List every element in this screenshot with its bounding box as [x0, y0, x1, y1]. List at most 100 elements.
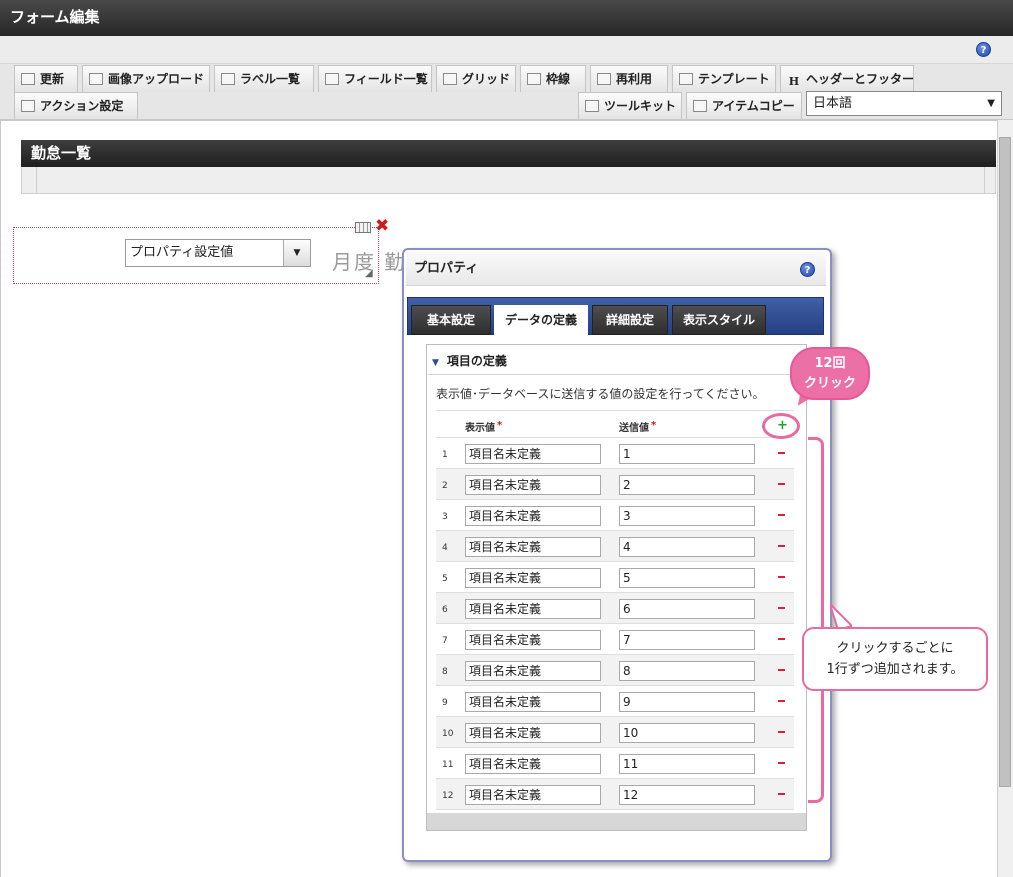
table-row: 5 項目名未定義 5 [436, 562, 794, 593]
table-row: 1 項目名未定義 1 [436, 438, 794, 469]
field-list-label: フィールド一覧 [344, 72, 428, 86]
dialog-header: プロパティ [406, 252, 826, 286]
scrollbar-thumb[interactable] [999, 137, 1011, 787]
dialog-help-icon[interactable]: ? [800, 262, 815, 277]
tab-data-definition[interactable]: データの定義 [494, 305, 588, 335]
display-value-input[interactable]: 項目名未定義 [465, 444, 601, 464]
remove-row-icon[interactable] [778, 545, 785, 547]
template-icon [679, 73, 693, 85]
highlight-circle [762, 413, 800, 439]
remove-row-icon[interactable] [778, 576, 785, 578]
remove-row-icon[interactable] [778, 731, 785, 733]
image-upload-icon [89, 73, 103, 85]
send-value-input[interactable]: 10 [619, 723, 755, 743]
item-copy-button[interactable]: アイテムコピー [686, 92, 802, 119]
remove-row-icon[interactable] [778, 483, 785, 485]
remove-row-icon[interactable] [778, 607, 785, 609]
form-grid-row [21, 167, 996, 194]
required-mark: * [651, 420, 657, 431]
form-title: 勤怠一覧 [21, 140, 996, 167]
remove-row-icon[interactable] [778, 700, 785, 702]
language-select[interactable]: 日本語 ▼ [806, 91, 1002, 116]
section-title: 項目の定義 [446, 354, 507, 368]
tab-display-style[interactable]: 表示スタイル [672, 305, 766, 335]
display-value-input[interactable]: 項目名未定義 [465, 599, 601, 619]
send-value-input[interactable]: 8 [619, 661, 755, 681]
section-header[interactable]: ▼ 項目の定義 [432, 352, 507, 369]
update-button[interactable]: 更新 [14, 65, 78, 92]
image-upload-button[interactable]: 画像アップロード [82, 65, 210, 92]
tab-basic-settings[interactable]: 基本設定 [411, 305, 491, 335]
update-label: 更新 [40, 72, 65, 86]
language-value: 日本語 [813, 96, 853, 111]
grid-button[interactable]: グリッド [436, 65, 516, 92]
display-value-input[interactable]: 項目名未定義 [465, 630, 601, 650]
chevron-down-icon[interactable]: ▼ [283, 240, 310, 266]
border-button[interactable]: 枠線 [520, 65, 586, 92]
remove-row-icon[interactable] [778, 793, 785, 795]
display-value-input[interactable]: 項目名未定義 [465, 475, 601, 495]
send-value-input[interactable]: 1 [619, 444, 755, 464]
item-copy-label: アイテムコピー [712, 99, 795, 113]
row-number: 8 [442, 667, 448, 677]
help-bar: ? [0, 36, 1013, 64]
display-value-input[interactable]: 項目名未定義 [465, 754, 601, 774]
section-description: 表示値･データベースに送信する値の設定を行ってください。 [436, 387, 765, 401]
row-number: 7 [442, 636, 448, 646]
callout-line-2: クリック [803, 376, 856, 391]
header-footer-button[interactable]: H ヘッダーとフッター [780, 65, 914, 92]
display-value-input[interactable]: 項目名未定義 [465, 537, 601, 557]
send-value-input[interactable]: 7 [619, 630, 755, 650]
display-value-input[interactable]: 項目名未定義 [465, 785, 601, 805]
send-value-input[interactable]: 4 [619, 537, 755, 557]
remove-row-icon[interactable] [778, 638, 785, 640]
property-select-field[interactable]: プロパティ設定値 ▼ [125, 239, 311, 267]
rows-bracket [808, 437, 824, 803]
action-settings-icon [21, 100, 35, 112]
table-row: 11 項目名未定義 11 [436, 748, 794, 779]
callout-line-1: 12回 [814, 356, 846, 371]
table-row: 9 項目名未定義 9 [436, 686, 794, 717]
display-value-input[interactable]: 項目名未定義 [465, 568, 601, 588]
display-value-input[interactable]: 項目名未定義 [465, 506, 601, 526]
remove-row-icon[interactable] [778, 514, 785, 516]
reuse-button[interactable]: 再利用 [590, 65, 668, 92]
action-settings-button[interactable]: アクション設定 [14, 92, 138, 119]
send-value-input[interactable]: 6 [619, 599, 755, 619]
tab-detail-settings[interactable]: 詳細設定 [592, 305, 668, 335]
grid-divider [984, 167, 985, 193]
remove-row-icon[interactable] [778, 762, 785, 764]
send-value-input[interactable]: 11 [619, 754, 755, 774]
display-value-input[interactable]: 項目名未定義 [465, 692, 601, 712]
display-value-input[interactable]: 項目名未定義 [465, 723, 601, 743]
send-value-input[interactable]: 5 [619, 568, 755, 588]
label-list-button[interactable]: ラベル一覧 [214, 65, 314, 92]
row-number: 5 [442, 574, 448, 584]
send-value-input[interactable]: 9 [619, 692, 755, 712]
remove-row-icon[interactable] [778, 669, 785, 671]
collapse-icon[interactable]: ▼ [432, 358, 439, 368]
resize-handle-icon[interactable]: ◢ [365, 268, 373, 279]
toolkit-button[interactable]: ツールキット [578, 92, 682, 119]
field-list-button[interactable]: フィールド一覧 [318, 65, 432, 92]
help-icon[interactable]: ? [976, 42, 991, 57]
send-value-input[interactable]: 2 [619, 475, 755, 495]
template-button[interactable]: テンプレート [672, 65, 776, 92]
remove-row-icon[interactable] [778, 452, 785, 454]
image-upload-label: 画像アップロード [108, 72, 205, 86]
field-list-icon [325, 73, 339, 85]
close-icon[interactable]: ✖ [375, 218, 389, 235]
border-icon [527, 73, 541, 85]
grid-icon [443, 73, 457, 85]
table-row: 7 項目名未定義 7 [436, 624, 794, 655]
row-number: 12 [442, 791, 454, 801]
row-number: 9 [442, 698, 448, 708]
display-value-input[interactable]: 項目名未定義 [465, 661, 601, 681]
window-title: フォーム編集 [0, 0, 1013, 36]
row-number: 4 [442, 543, 448, 553]
grid-icon[interactable] [355, 222, 371, 233]
send-value-input[interactable]: 3 [619, 506, 755, 526]
col-display-header: 表示値 * [465, 419, 502, 434]
property-select-value: プロパティ設定値 [130, 245, 234, 260]
send-value-input[interactable]: 12 [619, 785, 755, 805]
